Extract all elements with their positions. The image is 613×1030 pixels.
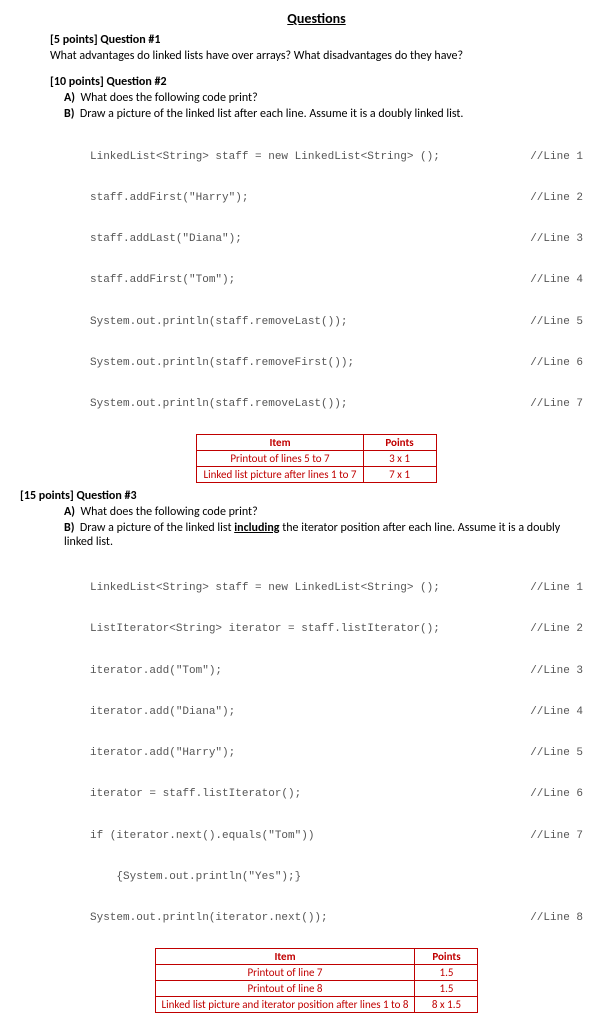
q2-part-a-text: What does the following code print? bbox=[80, 91, 257, 105]
code-text: iterator.add("Tom"); bbox=[90, 665, 222, 679]
q2-rubric-table: ItemPoints Printout of lines 5 to 73 x 1… bbox=[196, 434, 436, 483]
code-comment: //Line 5 bbox=[510, 747, 583, 761]
code-comment: //Line 2 bbox=[510, 192, 583, 206]
rubric-item: Linked list picture and iterator positio… bbox=[155, 996, 415, 1012]
q2-part-b: B) Draw a picture of the linked list aft… bbox=[64, 107, 583, 121]
code-comment: //Line 4 bbox=[510, 706, 583, 720]
page-title: Questions bbox=[50, 10, 583, 27]
code-text: {System.out.println("Yes");} bbox=[90, 871, 301, 885]
code-text: LinkedList<String> staff = new LinkedLis… bbox=[90, 151, 440, 165]
q2-header: [10 points] Question #2 bbox=[50, 75, 583, 89]
code-comment: //Line 7 bbox=[510, 830, 583, 844]
code-text: iterator = staff.listIterator(); bbox=[90, 788, 301, 802]
code-text: LinkedList<String> staff = new LinkedLis… bbox=[90, 582, 440, 596]
code-comment: //Line 5 bbox=[510, 316, 583, 330]
rubric-item: Linked list picture after lines 1 to 7 bbox=[197, 466, 363, 482]
q3-part-b: B) Draw a picture of the linked list inc… bbox=[64, 521, 583, 549]
code-comment: //Line 3 bbox=[510, 665, 583, 679]
rubric-pts: 8 x 1.5 bbox=[415, 996, 478, 1012]
rubric-pts: 7 x 1 bbox=[363, 466, 436, 482]
code-comment: //Line 4 bbox=[510, 274, 583, 288]
rubric-pts: 1.5 bbox=[415, 980, 478, 996]
code-comment: //Line 2 bbox=[510, 623, 583, 637]
code-comment: //Line 1 bbox=[510, 151, 583, 165]
q3-part-b-pre: Draw a picture of the linked list bbox=[80, 521, 234, 535]
code-text: System.out.println(staff.removeFirst()); bbox=[90, 357, 354, 371]
q2-part-a: A) What does the following code print? bbox=[64, 91, 583, 105]
code-text: System.out.println(staff.removeLast()); bbox=[90, 316, 347, 330]
code-text: iterator.add("Diana"); bbox=[90, 706, 235, 720]
rubric-item: Printout of line 7 bbox=[155, 964, 415, 980]
q3-rubric-table: ItemPoints Printout of line 71.5 Printou… bbox=[155, 948, 479, 1013]
code-comment: //Line 7 bbox=[510, 398, 583, 412]
code-text: staff.addLast("Diana"); bbox=[90, 233, 242, 247]
code-comment: //Line 3 bbox=[510, 233, 583, 247]
code-text: ListIterator<String> iterator = staff.li… bbox=[90, 623, 440, 637]
q1-header: [5 points] Question #1 bbox=[50, 33, 583, 47]
rubric-header-points: Points bbox=[363, 434, 436, 450]
q1-text: What advantages do linked lists have ove… bbox=[50, 49, 583, 63]
q3-header: [15 points] Question #3 bbox=[20, 489, 583, 503]
code-comment: //Line 6 bbox=[510, 357, 583, 371]
code-comment: //Line 6 bbox=[510, 788, 583, 802]
code-text: staff.addFirst("Tom"); bbox=[90, 274, 235, 288]
code-text: iterator.add("Harry"); bbox=[90, 747, 235, 761]
q3-part-a-text: What does the following code print? bbox=[80, 505, 257, 519]
code-text: System.out.println(staff.removeLast()); bbox=[90, 398, 347, 412]
code-comment bbox=[563, 871, 583, 885]
q2-code-block: LinkedList<String> staff = new LinkedLis… bbox=[90, 123, 583, 426]
rubric-header-item: Item bbox=[155, 948, 415, 964]
rubric-pts: 1.5 bbox=[415, 964, 478, 980]
rubric-pts: 3 x 1 bbox=[363, 450, 436, 466]
q3-part-b-underline: including bbox=[234, 521, 279, 535]
rubric-header-item: Item bbox=[197, 434, 363, 450]
code-comment: //Line 1 bbox=[510, 582, 583, 596]
q3-code-block: LinkedList<String> staff = new LinkedLis… bbox=[90, 555, 583, 940]
rubric-item: Printout of line 8 bbox=[155, 980, 415, 996]
q2-part-b-text: Draw a picture of the linked list after … bbox=[80, 107, 464, 121]
code-text: if (iterator.next().equals("Tom")) bbox=[90, 830, 314, 844]
rubric-item: Printout of lines 5 to 7 bbox=[197, 450, 363, 466]
rubric-header-points: Points bbox=[415, 948, 478, 964]
code-comment: //Line 8 bbox=[510, 912, 583, 926]
code-text: System.out.println(iterator.next()); bbox=[90, 912, 328, 926]
code-text: staff.addFirst("Harry"); bbox=[90, 192, 248, 206]
q3-part-a: A) What does the following code print? bbox=[64, 505, 583, 519]
